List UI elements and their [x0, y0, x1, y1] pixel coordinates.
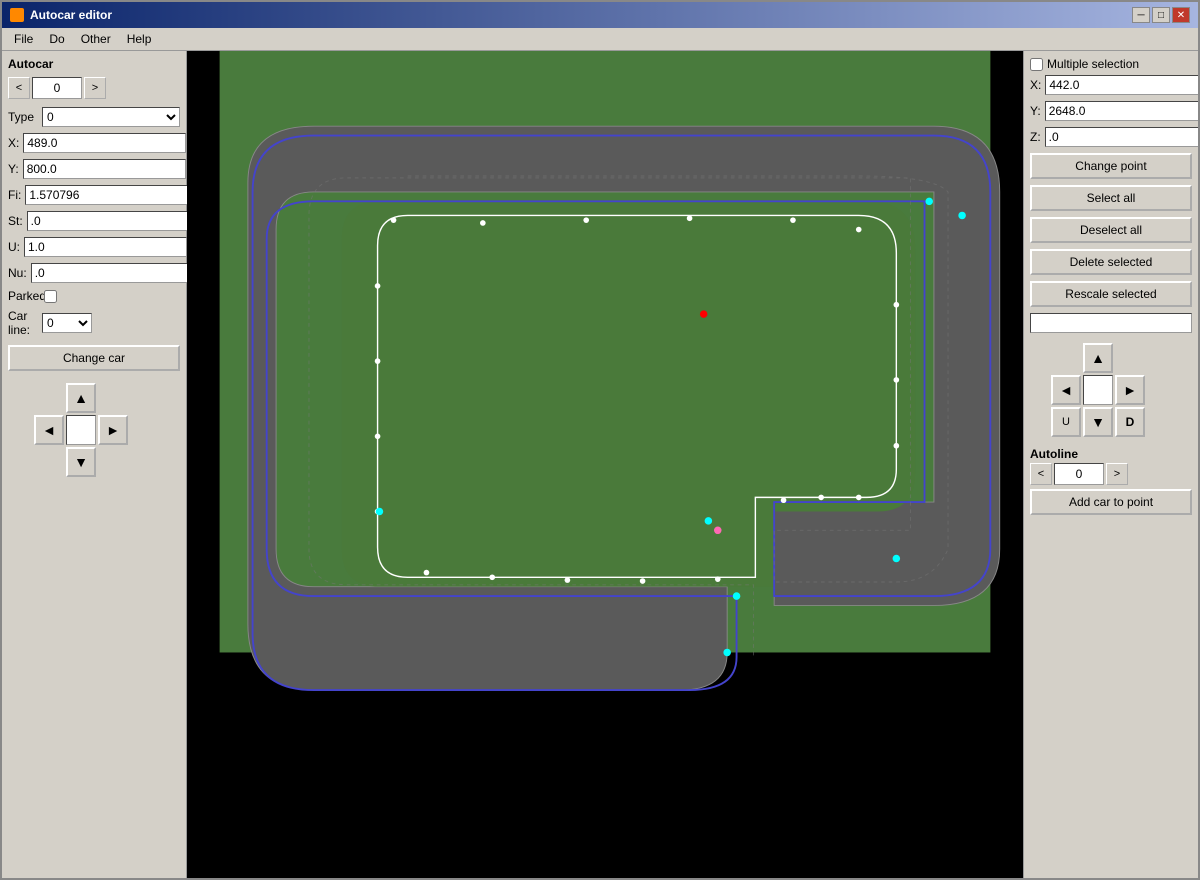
st-row: St:	[8, 211, 180, 231]
type-label: Type	[8, 110, 38, 124]
x-row: X:	[8, 133, 180, 153]
right-y-row: Y:	[1030, 101, 1192, 121]
autoline-next-button[interactable]: >	[1106, 463, 1128, 485]
autoline-label: Autoline	[1030, 447, 1192, 461]
multiple-selection-row: Multiple selection	[1030, 57, 1192, 71]
type-row: Type 0	[8, 107, 180, 127]
right-z-row: Z:	[1030, 127, 1192, 147]
add-car-to-point-button[interactable]: Add car to point	[1030, 489, 1192, 515]
app-icon	[10, 8, 24, 22]
parked-row: Parked:	[8, 289, 180, 303]
main-content: Autocar < > Type 0 X: Y:	[2, 51, 1198, 878]
select-all-button[interactable]: Select all	[1030, 185, 1192, 211]
autocar-label: Autocar	[8, 57, 180, 71]
nu-label: Nu:	[8, 266, 27, 280]
maximize-button[interactable]: □	[1152, 7, 1170, 23]
autocar-value-input[interactable]	[32, 77, 82, 99]
right-y-input[interactable]	[1045, 101, 1198, 121]
u-row: U:	[8, 237, 180, 257]
right-nav-center	[1083, 375, 1113, 405]
right-x-input[interactable]	[1045, 75, 1198, 95]
autoline-value-input[interactable]	[1054, 463, 1104, 485]
right-nav-left-button[interactable]: ◄	[1051, 375, 1081, 405]
parked-label: Parked:	[8, 289, 38, 303]
u-input[interactable]	[24, 237, 187, 257]
nav-center	[66, 415, 96, 445]
multiple-selection-checkbox[interactable]	[1030, 58, 1043, 71]
autoline-prev-button[interactable]: <	[1030, 463, 1052, 485]
autocar-spinner: < >	[8, 77, 180, 99]
fi-input[interactable]	[25, 185, 188, 205]
right-x-row: X:	[1030, 75, 1192, 95]
right-nav-extra1-button[interactable]: U	[1051, 407, 1081, 437]
nu-input[interactable]	[31, 263, 194, 283]
left-panel: Autocar < > Type 0 X: Y:	[2, 51, 187, 878]
fi-row: Fi:	[8, 185, 180, 205]
rescale-selected-button[interactable]: Rescale selected	[1030, 281, 1192, 307]
main-window: Autocar editor ─ □ ✕ File Do Other Help …	[0, 0, 1200, 880]
fi-label: Fi:	[8, 188, 21, 202]
u-label: U:	[8, 240, 20, 254]
title-bar: Autocar editor ─ □ ✕	[2, 2, 1198, 28]
menu-help[interactable]: Help	[119, 30, 160, 48]
title-controls: ─ □ ✕	[1132, 7, 1190, 23]
autocar-prev-button[interactable]: <	[8, 77, 30, 99]
nav-up-button[interactable]: ▲	[66, 383, 96, 413]
car-line-row: Car line: 0	[8, 309, 180, 337]
rescale-value-input[interactable]	[1030, 313, 1192, 333]
right-y-label: Y:	[1030, 104, 1041, 118]
parked-checkbox[interactable]	[44, 290, 57, 303]
car-line-label: Car line:	[8, 309, 38, 337]
car-line-select[interactable]: 0	[42, 313, 92, 333]
nav-left-button[interactable]: ◄	[34, 415, 64, 445]
st-input[interactable]	[27, 211, 190, 231]
right-panel: Multiple selection X: Y: Z: Change point…	[1023, 51, 1198, 878]
title-bar-left: Autocar editor	[10, 8, 112, 22]
change-car-button[interactable]: Change car	[8, 345, 180, 371]
menu-file[interactable]: File	[6, 30, 41, 48]
deselect-all-button[interactable]: Deselect all	[1030, 217, 1192, 243]
autoline-section: Autoline < > Add car to point	[1030, 447, 1192, 517]
right-z-input[interactable]	[1045, 127, 1198, 147]
right-nav-down-button[interactable]: ▼	[1083, 407, 1113, 437]
delete-selected-button[interactable]: Delete selected	[1030, 249, 1192, 275]
right-x-label: X:	[1030, 78, 1041, 92]
right-nav-d-button[interactable]: D	[1115, 407, 1145, 437]
right-nav-pad: ▲ ◄ ► U ▼ D	[1051, 343, 1171, 437]
left-nav-pad: ▲ ◄ ► ▼	[34, 383, 154, 477]
nav-right-button[interactable]: ►	[98, 415, 128, 445]
x-label: X:	[8, 136, 19, 150]
autocar-next-button[interactable]: >	[84, 77, 106, 99]
type-select[interactable]: 0	[42, 107, 180, 127]
change-point-button[interactable]: Change point	[1030, 153, 1192, 179]
right-z-label: Z:	[1030, 130, 1041, 144]
y-label: Y:	[8, 162, 19, 176]
st-label: St:	[8, 214, 23, 228]
nav-down-button[interactable]: ▼	[66, 447, 96, 477]
autoline-spinner: < >	[1030, 463, 1192, 485]
window-title: Autocar editor	[30, 8, 112, 22]
menu-bar: File Do Other Help	[2, 28, 1198, 51]
nu-row: Nu:	[8, 263, 180, 283]
close-button[interactable]: ✕	[1172, 7, 1190, 23]
menu-do[interactable]: Do	[41, 30, 72, 48]
menu-other[interactable]: Other	[73, 30, 119, 48]
track-group	[248, 126, 1000, 690]
y-input[interactable]	[23, 159, 186, 179]
right-nav-up-button[interactable]: ▲	[1083, 343, 1113, 373]
minimize-button[interactable]: ─	[1132, 7, 1150, 23]
canvas-area[interactable]	[187, 51, 1023, 878]
multiple-selection-label: Multiple selection	[1047, 57, 1139, 71]
x-input[interactable]	[23, 133, 186, 153]
right-nav-right-button[interactable]: ►	[1115, 375, 1145, 405]
y-row: Y:	[8, 159, 180, 179]
track-svg	[187, 51, 1023, 878]
